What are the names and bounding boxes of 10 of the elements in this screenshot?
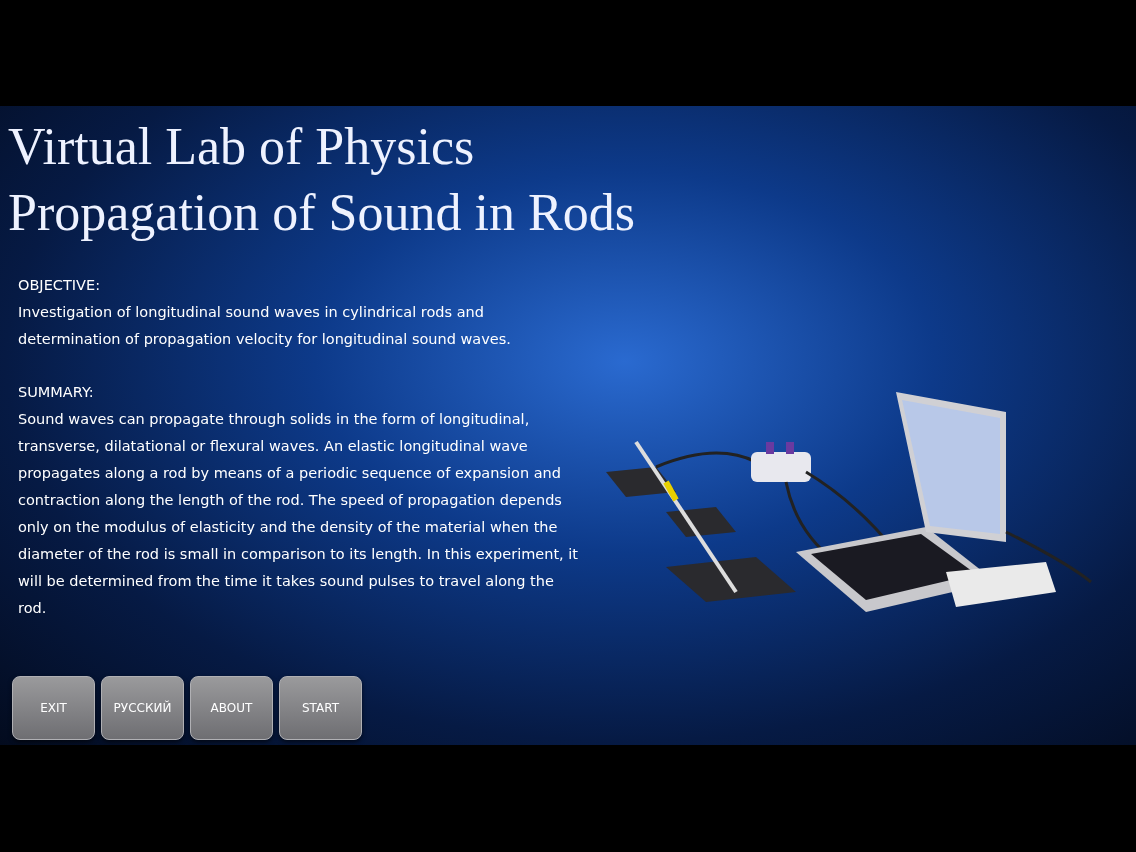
- menu-button[interactable]: EXIT: [12, 676, 95, 740]
- app-title: Propagation of Sound in Rods: [8, 183, 635, 243]
- section-heading: SUMMARY:: [18, 383, 94, 402]
- section-text: Investigation of longitudinal sound waves in cylindrical rods and determination of propagation velocity for longitudinal sound waves.: [18, 303, 512, 349]
- section-text: Sound waves can propagate through solids in the form of longitudinal, transverse, dilatational or flexural waves. An elastic longitudinal wave propagates along a rod by means of a periodic sequence of expansion and contraction along the length of the rod. The speed of propagation depends only on the modulus of elasticity and the density of the material when the diameter of the rod is small in comparison to its length. In this experiment, it will be determined from the time it takes sound pulses to travel along the rod.: [18, 410, 580, 618]
- menu-button[interactable]: ABOUT: [190, 676, 273, 740]
- menu-button[interactable]: РУССКИЙ: [101, 676, 184, 740]
- section-heading: OBJECTIVE:: [18, 276, 101, 295]
- app-title: Virtual Lab of Physics: [8, 117, 475, 177]
- menu-button[interactable]: START: [279, 676, 362, 740]
